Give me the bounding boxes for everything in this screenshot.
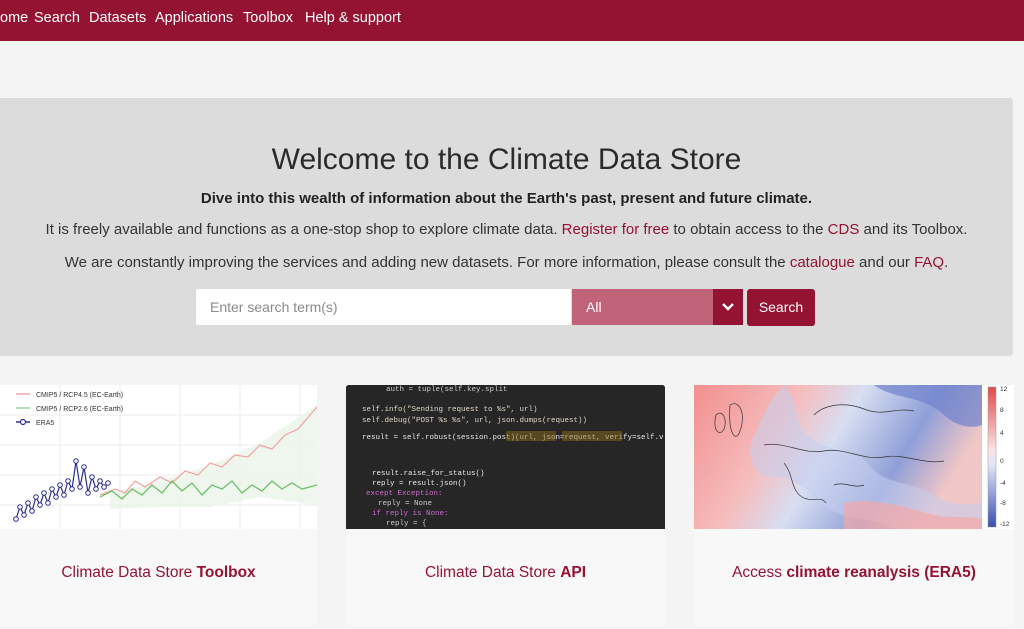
search-input[interactable] (196, 289, 571, 325)
legend-era5: ERA5 (36, 420, 54, 427)
faq-link[interactable]: FAQ (914, 254, 944, 271)
search-button[interactable]: Search (747, 289, 815, 326)
nav-search[interactable]: Search (34, 10, 80, 27)
code-line: result.raise_for_status() (372, 470, 485, 478)
hero-intro-line: It is freely available and functions as … (0, 220, 1013, 240)
code-line: reply = None (378, 500, 432, 508)
intro-text: to obtain access to the (669, 221, 828, 238)
info-text: We are constantly improving the services… (64, 254, 790, 271)
card-toolbox-label[interactable]: Climate Data Store Toolbox (0, 563, 317, 583)
nav-toolbox[interactable]: Toolbox (243, 10, 293, 27)
card-label-bold: climate reanalysis (ERA5) (786, 564, 976, 581)
card-label-text: Climate Data Store (424, 564, 561, 581)
colorbar-tick: -12 (1000, 521, 1010, 528)
sub-bar (0, 41, 1024, 87)
colorbar-tick: -8 (1000, 500, 1006, 507)
legend-rcp45: CMIP5 / RCP4.5 (EC-Earth) (36, 392, 123, 399)
code-line: auth = tuple(self.key.split (386, 386, 508, 394)
hero-info-line: We are constantly improving the services… (0, 253, 1013, 273)
colorbar-tick: -4 (1000, 480, 1006, 487)
card-api-label[interactable]: Climate Data Store API (346, 563, 665, 583)
card-label-bold: Toolbox (196, 564, 256, 581)
hero-subtitle: Dive into this wealth of information abo… (200, 190, 813, 207)
toolbox-chart-image: CMIP5 / RCP4.5 (EC-Earth) CMIP5 / RCP2.6… (0, 385, 317, 529)
card-toolbox[interactable]: CMIP5 / RCP4.5 (EC-Earth) CMIP5 / RCP2.6… (0, 385, 317, 625)
card-label-text: Climate Data Store (61, 564, 197, 581)
category-select-value: All (586, 299, 602, 315)
top-navbar: ome Search Datasets Applications Toolbox… (0, 0, 1024, 41)
nav-help-support[interactable]: Help & support (305, 10, 401, 27)
colorbar-tick: 8 (1000, 407, 1004, 414)
nav-home[interactable]: ome (0, 10, 28, 27)
era5-map-image: 12 8 4 0 -4 -8 -12 (694, 385, 1014, 529)
card-label-text: Access (732, 564, 787, 581)
nav-applications[interactable]: Applications (155, 10, 233, 27)
colorbar-tick: 4 (1000, 430, 1004, 437)
register-link[interactable]: Register for free (562, 221, 670, 238)
code-line: if reply is None: (372, 510, 449, 518)
code-editor-image: auth = tuple(self.key.split self.info("S… (346, 385, 665, 529)
info-text: . (944, 254, 949, 271)
card-label-bold: API (560, 564, 587, 581)
chevron-down-icon[interactable] (713, 289, 743, 325)
catalogue-link[interactable]: catalogue (790, 254, 855, 271)
code-line: self.debug("POST %s %s", url, json.dumps… (362, 417, 587, 425)
nav-datasets[interactable]: Datasets (89, 10, 146, 27)
card-api[interactable]: auth = tuple(self.key.split self.info("S… (346, 385, 665, 625)
page-title: Welcome to the Climate Data Store (271, 143, 742, 176)
code-line: reply = result.json() (372, 480, 467, 488)
legend-rcp26: CMIP5 / RCP2.6 (EC-Earth) (36, 406, 123, 413)
intro-text: and its Toolbox. (859, 221, 968, 238)
card-era5-label[interactable]: Access climate reanalysis (ERA5) (694, 563, 1014, 583)
cds-link[interactable]: CDS (828, 221, 860, 238)
colorbar-tick: 0 (1000, 458, 1004, 465)
intro-text: It is freely available and functions as … (45, 221, 562, 238)
info-text: and our (854, 254, 915, 271)
card-era5[interactable]: 12 8 4 0 -4 -8 -12 Access climate reanal… (694, 385, 1014, 625)
colorbar-tick: 12 (1000, 386, 1008, 393)
code-line: except Exception: (366, 490, 443, 498)
code-line: reply = { (386, 520, 427, 528)
code-line: self.info("Sending request to %s", url) (362, 406, 538, 414)
hero-panel: Welcome to the Climate Data Store Dive i… (0, 98, 1013, 356)
category-select[interactable]: All (572, 289, 743, 325)
